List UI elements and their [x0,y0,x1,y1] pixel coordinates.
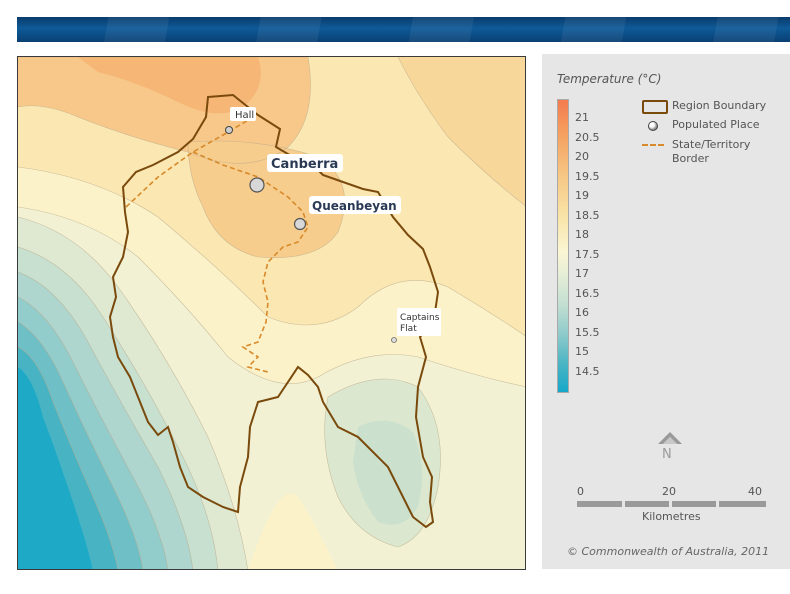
legend-tick: 14.5 [575,364,600,378]
legend-tick: 16 [575,306,589,319]
scale-label-40: 40 [748,485,762,498]
legend-tick: 16.5 [575,286,600,300]
legend-tick: 18.5 [575,208,600,222]
legend-title: Temperature (°C) [557,72,662,86]
legend-tick: 17.5 [575,247,600,261]
temperature-color-ramp [557,99,569,393]
legend-tick: 19 [575,189,589,202]
legend-item-border: State/Territory [672,138,751,151]
place-label: Canberra [271,157,338,172]
scale-units: Kilometres [642,510,701,523]
legend-tick: 18 [575,228,589,241]
legend-item-boundary: Region Boundary [672,99,767,112]
legend-tick: 15 [575,345,589,358]
legend-tick: 20.5 [575,130,600,144]
header-banner [17,17,790,42]
scale-label-20: 20 [662,485,676,498]
legend-tick: 15.5 [575,325,600,339]
copyright-text: © Commonwealth of Australia, 2011 [567,545,770,558]
region-boundary-swatch [642,100,668,114]
temperature-map: Hall Canberra Queanbeyan Captains Flat [18,57,525,569]
place-label: Hall [235,110,254,121]
legend-item-place: Populated Place [672,118,760,131]
place-label: Queanbeyan [312,199,397,213]
scale-label-0: 0 [577,485,584,498]
legend-tick: 21 [575,111,589,124]
populated-place-icon [648,121,658,131]
scale-bar [577,501,767,507]
map-view[interactable]: Hall Canberra Queanbeyan Captains Flat [17,56,526,570]
north-label: N [662,447,672,462]
state-border-swatch [642,144,664,146]
legend-item-border-line2: Border [672,152,709,165]
legend-tick: 17 [575,267,589,280]
legend-panel: Temperature (°C) 21 20.5 20 19.5 19 18.5 18 17.… [542,54,790,569]
legend-tick: 20 [575,150,589,163]
legend-tick: 19.5 [575,169,600,183]
